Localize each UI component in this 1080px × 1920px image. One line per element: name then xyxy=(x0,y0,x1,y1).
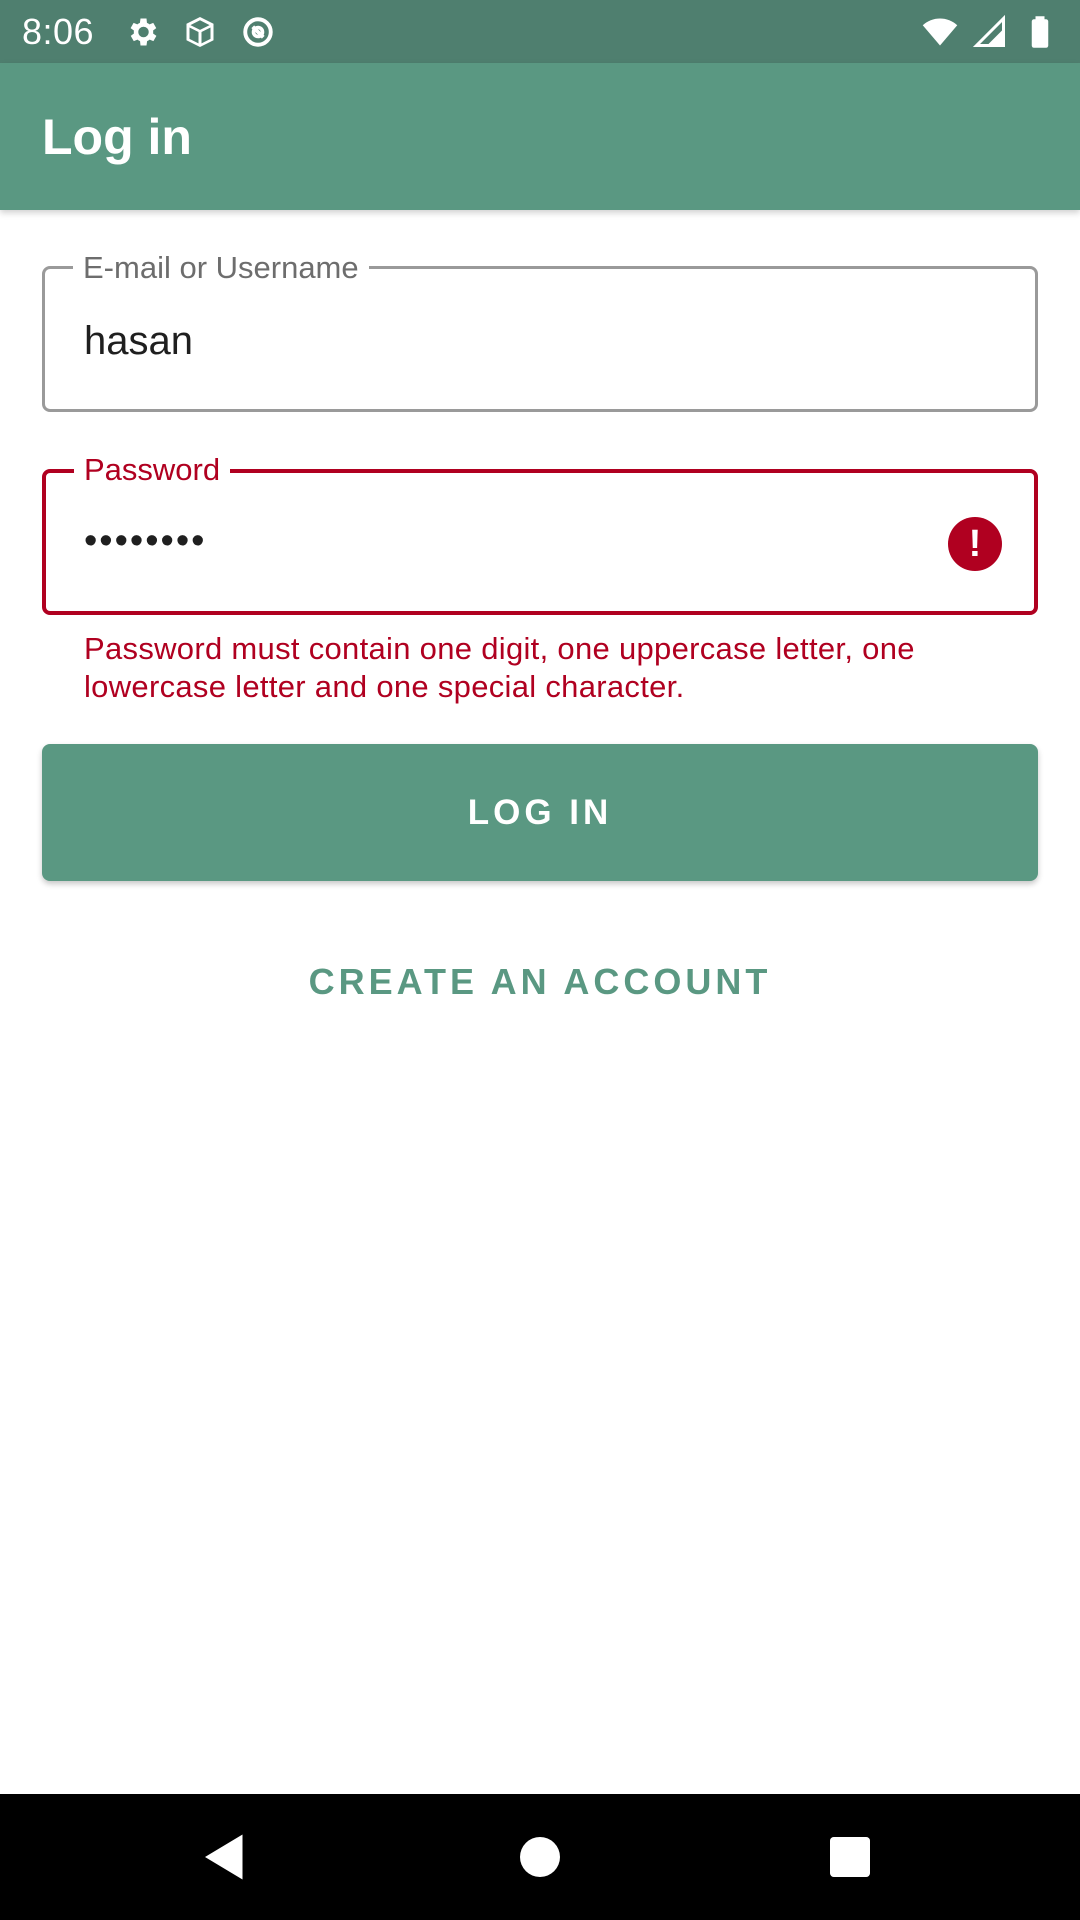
app-bar: Log in xyxy=(0,63,1080,210)
recents-icon[interactable] xyxy=(815,1822,885,1892)
settings-icon xyxy=(124,14,160,50)
page-title: Log in xyxy=(42,108,192,165)
package-icon xyxy=(182,14,218,50)
battery-icon xyxy=(1022,14,1058,50)
wifi-icon xyxy=(922,14,958,50)
home-icon[interactable] xyxy=(505,1822,575,1892)
create-account-button[interactable]: CREATE AN ACCOUNT xyxy=(42,950,1038,1014)
signal-icon xyxy=(972,14,1008,50)
username-label: E-mail or Username xyxy=(73,249,369,287)
back-icon[interactable] xyxy=(190,1822,260,1892)
status-bar: 8:06 xyxy=(0,0,1080,63)
username-field[interactable]: E-mail or Username xyxy=(42,249,1038,412)
password-input[interactable]: •••••••• xyxy=(84,517,924,565)
error-icon: ! xyxy=(948,517,1002,571)
login-button[interactable]: LOG IN xyxy=(42,744,1038,881)
username-input[interactable] xyxy=(84,317,924,365)
status-time: 8:06 xyxy=(22,10,95,52)
password-label: Password xyxy=(74,451,231,489)
login-screen: 8:06 Log in E-mail or Username hasan Pas… xyxy=(0,0,1080,1920)
password-error-message: Password must contain one digit, one upp… xyxy=(84,631,915,704)
status-notification-icons xyxy=(124,14,276,50)
status-system-icons xyxy=(922,14,1058,50)
navigation-bar xyxy=(0,1794,1080,1920)
password-field[interactable]: Password •••••••• ! xyxy=(42,451,1038,615)
sync-icon xyxy=(240,14,276,50)
